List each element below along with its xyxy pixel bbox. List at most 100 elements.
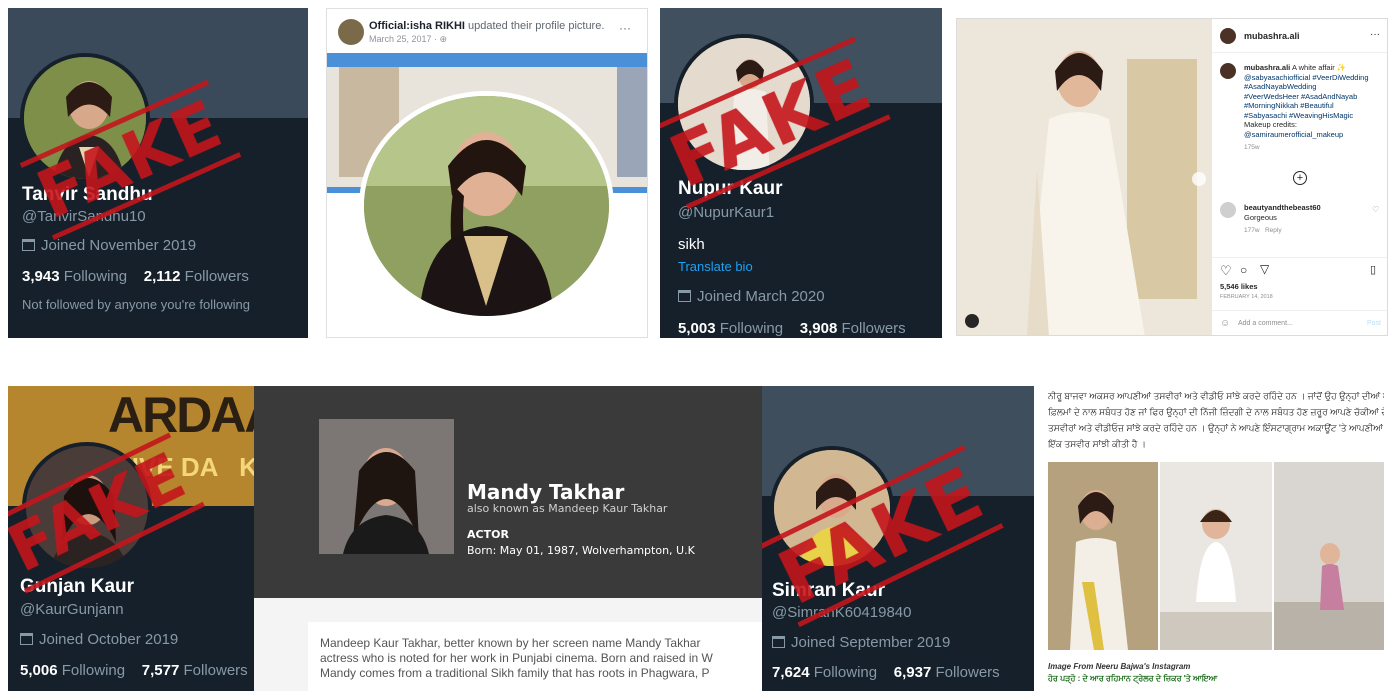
bio-line: Mandy comes from a traditional Sikh fami… — [320, 666, 710, 680]
likes-count[interactable]: 5,546 likes — [1220, 282, 1258, 291]
followed-by-note: Not followed by anyone you're following — [22, 297, 250, 312]
calendar-icon — [22, 239, 35, 251]
more-options-button[interactable]: ··· — [1370, 29, 1380, 40]
comment-icon[interactable]: ○ — [1240, 263, 1247, 277]
add-comment-row: ☺ Add a comment... Post — [1212, 310, 1387, 335]
caption-tag[interactable]: @sabyasachiofficial #VeerDiWedding — [1244, 73, 1386, 83]
caption-avatar[interactable] — [1220, 63, 1236, 79]
like-icon[interactable]: ♡ — [1220, 263, 1232, 279]
bio-text: Mandeep Kaur Takhar, better known by her… — [308, 622, 762, 691]
photo-image — [1274, 462, 1384, 650]
credits-user[interactable]: @samiraumerofficial_makeup — [1244, 130, 1386, 140]
bookmark-icon[interactable]: ▯ — [1370, 263, 1376, 276]
post-date: FEBRUARY 14, 2018 — [1220, 294, 1273, 300]
post-photo — [957, 19, 1212, 335]
followers-link[interactable]: 7,577 Followers — [142, 662, 248, 679]
following-link[interactable]: 7,624 Following — [772, 664, 877, 681]
comment-text: Gorgeous — [1244, 212, 1277, 222]
person-born: Born: May 01, 1987, Wolverhampton, U.K — [467, 544, 695, 557]
caption: mubashra.ali A white affair ✨ @sabyasach… — [1244, 63, 1386, 153]
calendar-icon — [772, 636, 785, 648]
profile-bio: sikh — [678, 236, 705, 253]
comment-meta: 177w Reply — [1244, 227, 1282, 234]
person-aka: also known as Mandeep Kaur Takhar — [467, 502, 668, 515]
following-link[interactable]: 5,003 Following — [678, 320, 783, 337]
caption-tag[interactable]: #AsadNayabWedding — [1244, 82, 1386, 92]
article-text: ਨੀਰੂ ਬਾਜਵਾ ਅਕਸਰ ਆਪਣੀਆਂ ਤਸਵੀਰਾਂ ਅਤੇ ਵੀਡੀਓ… — [1048, 388, 1384, 452]
share-icon[interactable]: ▽ — [1260, 262, 1269, 276]
joined-date: Joined October 2019 — [20, 631, 178, 648]
post-date: March 25, 2017 · ⊕ — [369, 34, 448, 44]
fb-page-avatar[interactable] — [338, 19, 364, 45]
profile-photo — [364, 96, 609, 316]
profile-photo — [319, 419, 454, 554]
emoji-icon[interactable]: ☺ — [1220, 318, 1230, 329]
post-sidebar: mubashra.ali ··· mubashra.ali A white af… — [1212, 19, 1387, 335]
followers-link[interactable]: 3,908 Followers — [800, 320, 906, 337]
following-link[interactable]: 3,943 Following — [22, 268, 127, 285]
news-article: ਨੀਰੂ ਬਾਜਵਾ ਅਕਸਰ ਆਪਣੀਆਂ ਤਸਵੀਰਾਂ ਅਤੇ ਵੀਡੀਓ… — [1040, 386, 1390, 691]
article-line: ਫ਼ਿਲਮਾਂ ਦੇ ਨਾਲ ਸਬੰਧਤ ਹੋਣ ਜਾਂ ਫਿਰ ਉਨ੍ਹਾਂ … — [1048, 407, 1384, 417]
caption-tag[interactable]: #VeerWedsHeer #AsadAndNayab — [1244, 92, 1386, 102]
banner-title: ARDAAS — [108, 387, 254, 443]
article-photo-baby-2 — [1274, 462, 1384, 650]
photo-image — [957, 19, 1212, 335]
followers-link[interactable]: 2,112 Followers — [144, 268, 249, 285]
person-name: Mandy Takhar — [467, 480, 625, 504]
caption-username[interactable]: mubashra.ali — [1244, 63, 1290, 72]
photo-image — [319, 419, 454, 554]
ig-username[interactable]: mubashra.ali — [1244, 31, 1300, 41]
translate-bio-link[interactable]: Translate bio — [678, 259, 753, 274]
bio-line: actress who is noted for her work in Pun… — [320, 651, 713, 665]
follow-stats: 3,943 Following 2,112 Followers — [22, 268, 249, 285]
more-options-button[interactable]: ··· — [619, 21, 631, 35]
calendar-icon — [678, 290, 691, 302]
instagram-post: mubashra.ali ··· mubashra.ali A white af… — [956, 18, 1388, 336]
comment-avatar[interactable] — [1220, 202, 1236, 218]
article-photo-baby-1 — [1160, 462, 1272, 650]
caption-tag[interactable]: #Sabyasachi #WeavingHisMagic — [1244, 111, 1386, 121]
article-photo-mother — [1048, 462, 1158, 650]
profile-header: Mandy Takhar also known as Mandeep Kaur … — [254, 386, 762, 598]
joined-date: Joined September 2019 — [772, 634, 950, 651]
comment-username[interactable]: beautyandthebeast60 — [1244, 203, 1321, 212]
caption-age: 175w — [1244, 144, 1260, 151]
heart-icon[interactable]: ♡ — [1372, 205, 1379, 214]
globe-icon: ⊕ — [439, 34, 448, 44]
twitter-profile-nupur: Nupur Kaur @NupurKaur1 sikh Translate bi… — [660, 8, 942, 338]
add-comment-input[interactable]: Add a comment... — [1238, 320, 1293, 327]
bio-line: Mandeep Kaur Takhar, better known by her… — [320, 636, 701, 650]
joined-text: Joined October 2019 — [39, 631, 179, 648]
follow-stats: 5,006 Following 7,577 Followers — [20, 662, 248, 679]
comment: beautyandthebeast60 Gorgeous 177w Reply — [1244, 203, 1321, 236]
reply-link[interactable]: Reply — [1265, 227, 1282, 234]
person-role: ACTOR — [467, 528, 509, 541]
profile-picture[interactable] — [359, 91, 614, 321]
joined-text: Joined September 2019 — [791, 634, 951, 651]
twitter-profile-tanvir: Tanvir Sandhu @TanvirSandhu10 Joined Nov… — [8, 8, 308, 338]
photo-image — [1160, 462, 1272, 650]
following-link[interactable]: 5,006 Following — [20, 662, 125, 679]
twitter-profile-gunjan: ARDAAS KIVE DA KHIYA Gunjan Kaur @KaurGu… — [8, 386, 254, 691]
follow-stats: 5,003 Following 3,908 Followers — [678, 320, 906, 337]
joined-date: Joined November 2019 — [22, 237, 196, 254]
calendar-icon — [20, 633, 33, 645]
ig-header: mubashra.ali ··· — [1212, 19, 1387, 53]
action-bar: ♡ ○ ▽ ▯ 5,546 likes FEBRUARY 14, 2018 ☺ … — [1212, 257, 1387, 335]
image-caption: Image From Neeru Bajwa's Instagram — [1048, 662, 1191, 671]
post-button[interactable]: Post — [1367, 320, 1381, 327]
credits-label: Makeup credits: — [1244, 120, 1297, 129]
followers-link[interactable]: 6,937 Followers — [894, 664, 1000, 681]
read-more-link[interactable]: ਹੋਰ ਪੜ੍ਹੋ : ਦੇ ਆਰ ਰਹਿਮਾਨ ਟ੍ਰੇਲਰ ਦੇ ਜ਼ਿਕਰ… — [1048, 674, 1217, 684]
profile-handle: @KaurGunjann — [20, 601, 124, 618]
mandy-takhar-profile: Mandy Takhar also known as Mandeep Kaur … — [254, 386, 762, 691]
avatar[interactable] — [1220, 28, 1236, 44]
page-name[interactable]: Official:isha RIKHI — [369, 20, 465, 32]
post-header: Official:isha RIKHI updated their profil… — [369, 20, 604, 32]
joined-text: Joined March 2020 — [697, 288, 825, 305]
caption-tag[interactable]: #MorningNikkah #Beautiful — [1244, 101, 1386, 111]
article-line: ਨੀਰੂ ਬਾਜਵਾ ਅਕਸਰ ਆਪਣੀਆਂ ਤਸਵੀਰਾਂ ਅਤੇ ਵੀਡੀਓ… — [1048, 391, 1384, 401]
follow-stats: 7,624 Following 6,937 Followers — [772, 664, 1000, 681]
load-more-comments-icon[interactable]: + — [1293, 171, 1307, 185]
article-line: ਤਸਵੀਰਾਂ ਅਤੇ ਵੀਡੀਓਜ਼ ਸਾਂਝੇ ਕਰਦੇ ਰਹਿੰਦੇ ਹਨ… — [1048, 423, 1384, 433]
